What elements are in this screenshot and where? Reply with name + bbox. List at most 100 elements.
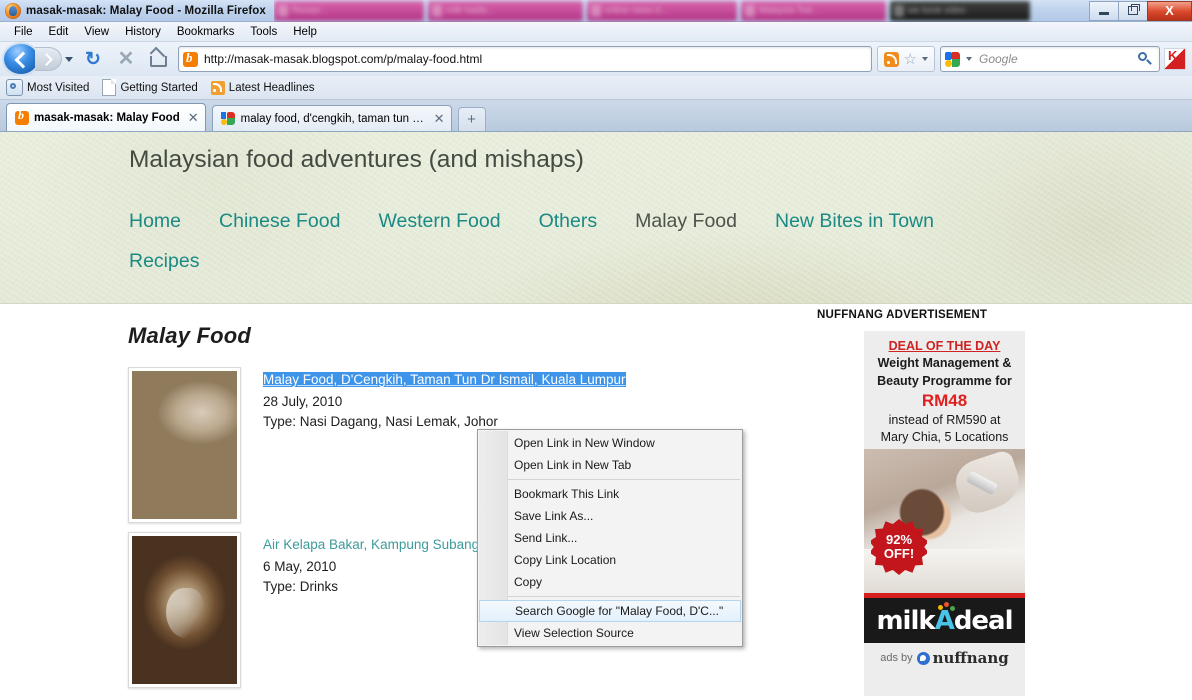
tab-title: masak-masak: Malay Food bbox=[34, 111, 180, 124]
ad-sub-line1: instead of RM590 at bbox=[888, 413, 1001, 427]
post-thumbnail[interactable] bbox=[128, 367, 241, 523]
forward-button[interactable] bbox=[35, 47, 62, 71]
bookmark-most-visited[interactable]: Most Visited bbox=[6, 79, 89, 96]
page-icon bbox=[102, 79, 117, 96]
bookmark-label: Getting Started bbox=[120, 81, 198, 94]
brand-prefix: milk bbox=[876, 605, 935, 636]
stop-button[interactable]: ✕ bbox=[113, 46, 139, 72]
nuffnang-ad[interactable]: DEAL OF THE DAY Weight Management & Beau… bbox=[864, 331, 1025, 696]
context-menu-item-open-link-new-window[interactable]: Open Link in New Window bbox=[478, 432, 742, 454]
address-bar[interactable]: http://masak-masak.blogspot.com/p/malay-… bbox=[178, 46, 872, 72]
plus-icon: + bbox=[467, 111, 476, 128]
window-controls: X bbox=[1089, 0, 1192, 22]
title-bar: masak-masak: Malay Food - Mozilla Firefo… bbox=[0, 0, 1192, 22]
nav-item-chinese-food[interactable]: Chinese Food bbox=[219, 210, 340, 233]
ad-headline-line1: Weight Management & bbox=[877, 356, 1012, 370]
context-menu-item-copy-link-location[interactable]: Copy Link Location bbox=[478, 549, 742, 571]
context-menu-item-save-link-as[interactable]: Save Link As... bbox=[478, 505, 742, 527]
nav-item-others[interactable]: Others bbox=[539, 210, 598, 233]
most-visited-icon bbox=[6, 79, 23, 96]
url-text: http://masak-masak.blogspot.com/p/malay-… bbox=[204, 52, 483, 66]
back-button[interactable] bbox=[4, 44, 38, 74]
brand-suffix: deal bbox=[953, 605, 1014, 636]
blogger-favicon bbox=[15, 108, 29, 125]
blog-banner: Malaysian food adventures (and mishaps) … bbox=[0, 132, 1192, 304]
post-type: Type: Nasi Dagang, Nasi Lemak, Johor bbox=[263, 414, 498, 429]
ad-photo: 92% OFF! bbox=[864, 449, 1025, 593]
home-button[interactable] bbox=[146, 46, 172, 72]
menu-view[interactable]: View bbox=[76, 24, 117, 40]
bookmark-latest-headlines[interactable]: Latest Headlines bbox=[210, 80, 315, 95]
bookmark-star-icon[interactable]: ☆ bbox=[904, 52, 917, 67]
home-icon bbox=[149, 50, 169, 68]
context-menu-item-send-link[interactable]: Send Link... bbox=[478, 527, 742, 549]
tab-google-search[interactable]: malay food, d'cengkih, taman tun d... ✕ bbox=[211, 105, 452, 131]
tab-strip: masak-masak: Malay Food ✕ malay food, d'… bbox=[0, 100, 1192, 132]
restore-button[interactable] bbox=[1118, 0, 1147, 21]
background-taskbar-strip: Resepi... milk hadia... online news d...… bbox=[273, 0, 1089, 22]
nav-item-malay-food[interactable]: Malay Food bbox=[635, 210, 737, 233]
context-menu-item-copy[interactable]: Copy bbox=[478, 571, 742, 593]
history-dropdown-icon[interactable] bbox=[65, 56, 73, 62]
taskbar-item: we book video bbox=[889, 0, 1030, 21]
post-date: 28 July, 2010 bbox=[263, 394, 343, 409]
milkadeal-dots-icon bbox=[938, 602, 956, 612]
stop-icon: ✕ bbox=[117, 48, 135, 70]
menu-help[interactable]: Help bbox=[285, 24, 325, 40]
navigation-toolbar: ↻ ✕ http://masak-masak.blogspot.com/p/ma… bbox=[0, 42, 1192, 76]
search-icon[interactable] bbox=[1136, 50, 1154, 68]
nav-item-home[interactable]: Home bbox=[129, 210, 181, 233]
taskbar-item: Resepi... bbox=[273, 0, 424, 21]
badge-percent: 92% bbox=[885, 532, 913, 547]
post-title-link[interactable]: Malay Food, D'Cengkih, Taman Tun Dr Isma… bbox=[263, 372, 626, 387]
rss-icon bbox=[210, 80, 225, 95]
badge-off: OFF! bbox=[883, 546, 915, 561]
context-menu-item-view-selection-source[interactable]: View Selection Source bbox=[478, 622, 742, 644]
reload-button[interactable]: ↻ bbox=[80, 46, 106, 72]
nuffnang-label: nuffnang bbox=[932, 649, 1009, 667]
ads-by-label: ads by bbox=[880, 652, 913, 664]
context-menu: Open Link in New Window Open Link in New… bbox=[477, 429, 743, 647]
feed-bookmark-group: ☆ bbox=[876, 46, 935, 72]
restore-icon bbox=[1128, 4, 1140, 15]
search-input[interactable]: Google bbox=[975, 52, 1136, 66]
bookmark-getting-started[interactable]: Getting Started bbox=[102, 79, 198, 96]
firefox-window: masak-masak: Malay Food - Mozilla Firefo… bbox=[0, 0, 1192, 700]
chevron-down-icon[interactable] bbox=[922, 57, 928, 61]
menu-file[interactable]: File bbox=[6, 24, 41, 40]
context-menu-separator bbox=[508, 596, 740, 597]
ad-deal-of-the-day: DEAL OF THE DAY bbox=[888, 339, 1001, 353]
bookmark-label: Most Visited bbox=[27, 81, 90, 94]
bookmarks-toolbar: Most Visited Getting Started Latest Head… bbox=[0, 76, 1192, 100]
minimize-button[interactable] bbox=[1089, 0, 1118, 21]
context-menu-item-bookmark-this-link[interactable]: Bookmark This Link bbox=[478, 483, 742, 505]
kaspersky-icon[interactable] bbox=[1164, 48, 1186, 70]
context-menu-item-open-link-new-tab[interactable]: Open Link in New Tab bbox=[478, 454, 742, 476]
ad-brand-milkadeal: milkAdeal bbox=[864, 598, 1025, 643]
nav-item-western-food[interactable]: Western Food bbox=[378, 210, 500, 233]
new-tab-button[interactable]: + bbox=[457, 107, 486, 131]
menu-bookmarks[interactable]: Bookmarks bbox=[169, 24, 243, 40]
page-title: Malay Food bbox=[128, 323, 252, 348]
tab-close-icon[interactable]: ✕ bbox=[434, 112, 445, 125]
nasi-dagang-photo bbox=[132, 371, 237, 519]
close-button[interactable]: X bbox=[1147, 0, 1192, 21]
nav-item-recipes[interactable]: Recipes bbox=[129, 250, 1029, 273]
ads-by-nuffnang: ads by nuffnang bbox=[864, 649, 1025, 667]
tab-close-icon[interactable]: ✕ bbox=[188, 111, 199, 124]
context-menu-item-search-google[interactable]: Search Google for "Malay Food, D'C..." bbox=[479, 600, 741, 622]
menu-bar: File Edit View History Bookmarks Tools H… bbox=[0, 22, 1192, 42]
rss-icon[interactable] bbox=[883, 51, 899, 67]
tab-title: malay food, d'cengkih, taman tun d... bbox=[240, 112, 426, 125]
bookmark-label: Latest Headlines bbox=[228, 81, 315, 94]
tab-masak-masak[interactable]: masak-masak: Malay Food ✕ bbox=[6, 103, 206, 131]
nav-item-new-bites-in-town[interactable]: New Bites in Town bbox=[775, 210, 934, 233]
menu-tools[interactable]: Tools bbox=[242, 24, 285, 40]
ad-section-label: NUFFNANG ADVERTISEMENT bbox=[817, 309, 988, 321]
post-thumbnail[interactable] bbox=[128, 532, 241, 688]
search-bar[interactable]: Google bbox=[940, 46, 1160, 72]
menu-history[interactable]: History bbox=[117, 24, 169, 40]
search-engine-chevron-icon[interactable] bbox=[966, 57, 972, 61]
menu-edit[interactable]: Edit bbox=[41, 24, 77, 40]
ad-sub-line2: Mary Chia, 5 Locations bbox=[880, 430, 1009, 444]
